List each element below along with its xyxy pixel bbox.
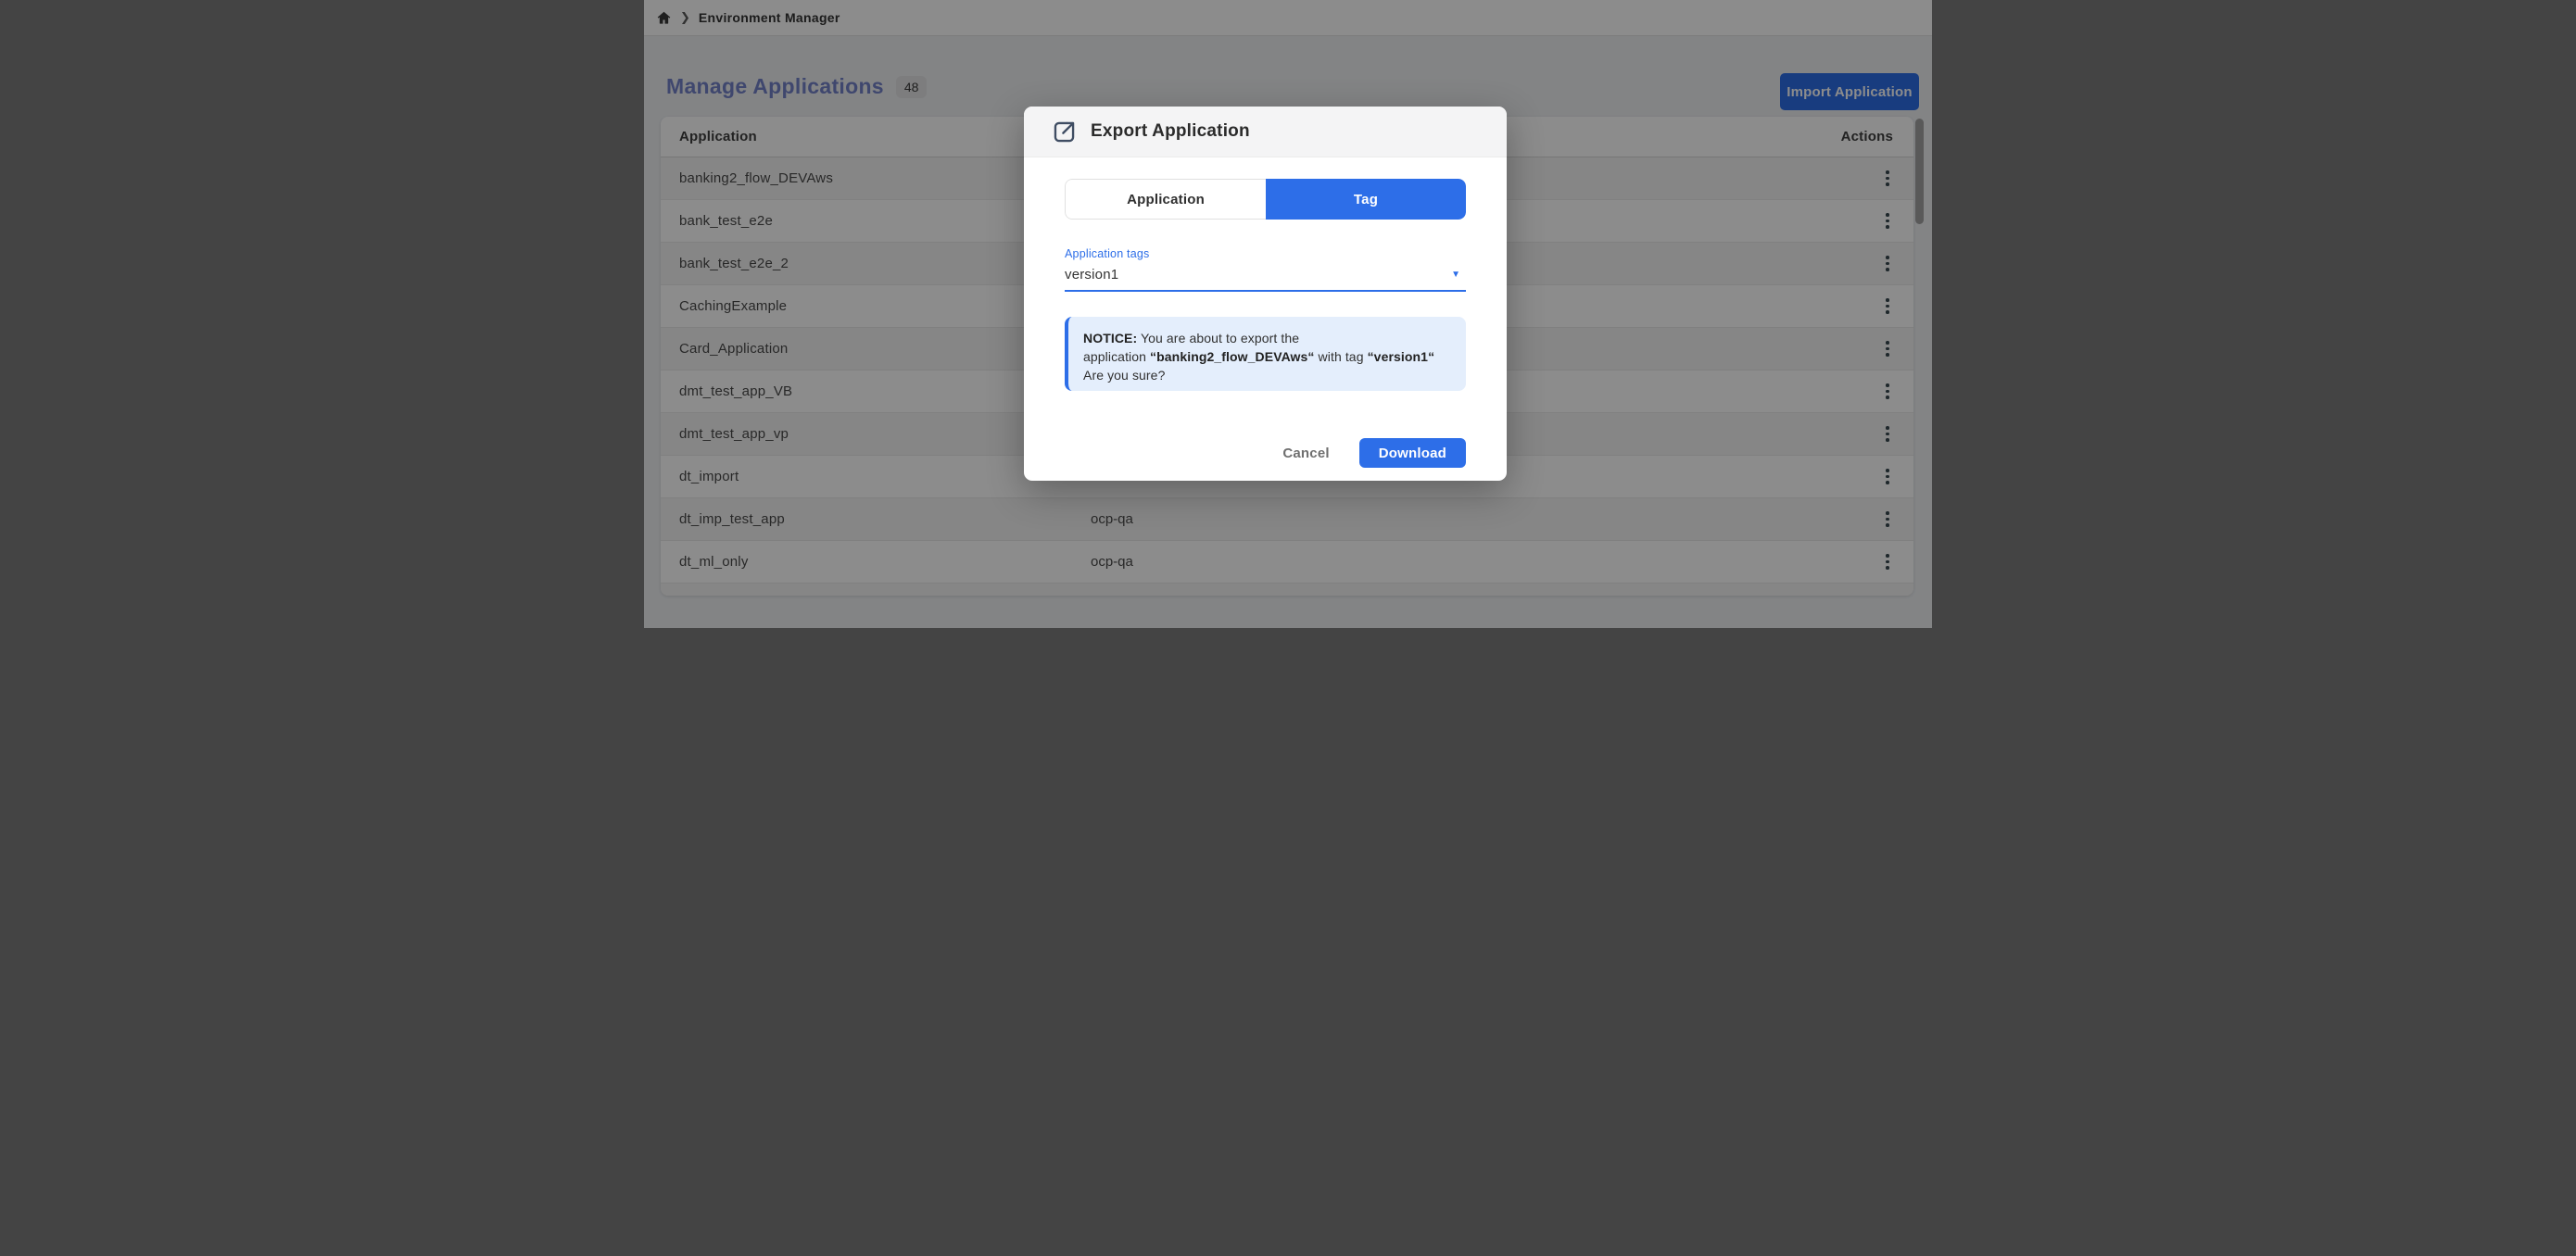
modal-footer: Cancel Download xyxy=(1277,438,1466,468)
tab-tag[interactable]: Tag xyxy=(1266,179,1466,220)
modal-header: Export Application xyxy=(1024,107,1507,157)
notice-text: with tag xyxy=(1315,349,1368,364)
export-icon xyxy=(1052,119,1077,144)
export-application-modal: Export Application Application Tag Appli… xyxy=(1024,107,1507,481)
notice-label: NOTICE: xyxy=(1083,331,1137,345)
notice-app-name: “banking2_flow_DEVAws“ xyxy=(1150,349,1315,364)
select-label: Application tags xyxy=(1065,247,1466,260)
export-notice: NOTICE: You are about to export the appl… xyxy=(1065,317,1466,391)
notice-text: application xyxy=(1083,349,1150,364)
select-value: version1 xyxy=(1065,267,1118,283)
notice-question: Are you sure? xyxy=(1083,368,1165,383)
export-mode-tabs: Application Tag xyxy=(1065,179,1466,220)
tab-application[interactable]: Application xyxy=(1065,179,1266,220)
environment-manager-screen: ❯ Environment Manager Manage Application… xyxy=(644,0,1932,628)
modal-body: Application Tag Application tags version… xyxy=(1024,179,1507,391)
application-tags-select[interactable]: Application tags version1 ▼ xyxy=(1065,247,1466,292)
notice-text: You are about to export the xyxy=(1137,331,1299,345)
modal-title: Export Application xyxy=(1091,121,1250,142)
caret-down-icon: ▼ xyxy=(1451,270,1460,280)
download-button[interactable]: Download xyxy=(1359,438,1466,468)
cancel-button[interactable]: Cancel xyxy=(1277,445,1334,462)
notice-tag-name: “version1“ xyxy=(1368,349,1435,364)
